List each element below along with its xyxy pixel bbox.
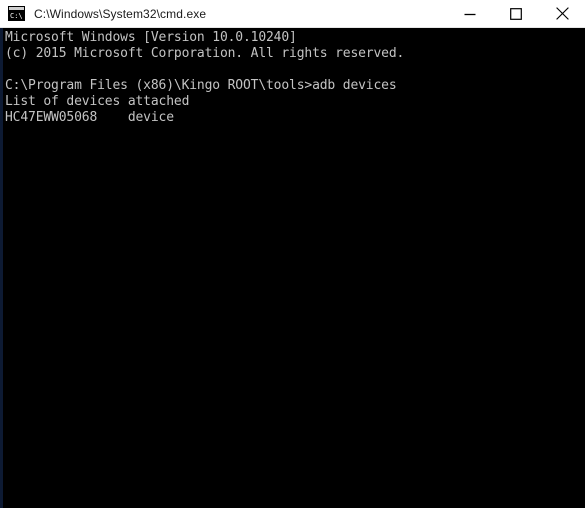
console-line: List of devices attached — [5, 94, 190, 109]
title-bar-left: C:\ C:\Windows\System32\cmd.exe — [0, 6, 447, 21]
title-bar[interactable]: C:\ C:\Windows\System32\cmd.exe — [0, 0, 585, 28]
minimize-icon — [464, 8, 476, 20]
console-line: HC47EWW05068 device — [5, 110, 174, 125]
close-button[interactable] — [539, 0, 585, 28]
minimize-button[interactable] — [447, 0, 493, 28]
cmd-window: C:\ C:\Windows\System32\cmd.exe Microsof… — [0, 0, 585, 508]
window-left-border — [0, 0, 3, 508]
svg-text:C:\: C:\ — [10, 12, 23, 20]
cmd-console-icon: C:\ — [8, 6, 25, 21]
console-text: Microsoft Windows [Version 10.0.10240] (c… — [3, 30, 585, 126]
console-line: Microsoft Windows [Version 10.0.10240] — [5, 30, 297, 45]
console-output-area[interactable]: Microsoft Windows [Version 10.0.10240] (c… — [0, 28, 585, 508]
maximize-button[interactable] — [493, 0, 539, 28]
console-line: C:\Program Files (x86)\Kingo ROOT\tools>… — [5, 78, 397, 93]
console-line: (c) 2015 Microsoft Corporation. All righ… — [5, 46, 405, 61]
window-controls — [447, 0, 585, 28]
window-title: C:\Windows\System32\cmd.exe — [34, 6, 207, 21]
maximize-icon — [510, 7, 522, 20]
close-icon — [555, 7, 569, 20]
